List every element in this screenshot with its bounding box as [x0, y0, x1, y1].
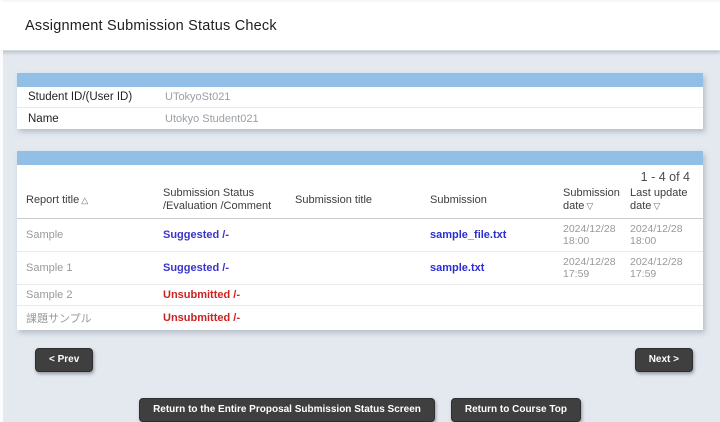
last-update-date-cell: 2024/12/28 17:59 — [630, 256, 697, 280]
prev-page-button[interactable]: < Prev — [35, 348, 93, 372]
report-title: Sample 1 — [26, 262, 163, 274]
pager-row: < Prev Next > — [35, 348, 693, 372]
submission-status-link[interactable]: Suggested /- — [163, 262, 295, 274]
assignment-results-panel: 1 - 4 of 4 Report title△ Submission Stat… — [17, 151, 703, 330]
panel-header-bar — [17, 151, 703, 165]
sort-asc-icon[interactable]: △ — [81, 195, 88, 205]
student-id-value: UTokyoSt021 — [165, 91, 230, 103]
column-header-report-title[interactable]: Report title△ — [26, 194, 163, 207]
column-header-submission-date[interactable]: Submission date▽ — [563, 187, 630, 213]
student-name-row: Name Utokyo Student021 — [17, 108, 703, 129]
student-info-panel: Student ID/(User ID) UTokyoSt021 Name Ut… — [17, 73, 703, 129]
student-id-row: Student ID/(User ID) UTokyoSt021 — [17, 87, 703, 108]
last-update-date-cell: 2024/12/28 18:00 — [630, 223, 697, 247]
next-page-button[interactable]: Next > — [635, 348, 693, 372]
column-header-last-update-date[interactable]: Last update date▽ — [630, 187, 697, 213]
submission-file-link[interactable]: sample_file.txt — [430, 229, 563, 241]
page-left-edge — [0, 0, 3, 422]
submission-date-cell: 2024/12/28 17:59 — [563, 256, 630, 280]
student-name-label: Name — [28, 113, 165, 125]
report-title: Sample 2 — [26, 289, 163, 301]
table-row: Sample 1 Suggested /- sample.txt 2024/12… — [17, 252, 703, 285]
submission-status-text: Unsubmitted /- — [163, 289, 295, 301]
report-title: Sample — [26, 229, 163, 241]
return-status-screen-button[interactable]: Return to the Entire Proposal Submission… — [139, 398, 435, 422]
panel-header-bar — [17, 73, 703, 87]
page-header: Assignment Submission Status Check — [0, 0, 720, 51]
pagination-info: 1 - 4 of 4 — [17, 165, 703, 184]
sort-desc-icon[interactable]: ▽ — [586, 201, 593, 211]
footer-buttons-row: Return to the Entire Proposal Submission… — [0, 398, 720, 422]
table-row: 課題サンプル Unsubmitted /- — [17, 306, 703, 330]
table-row: Sample 2 Unsubmitted /- — [17, 285, 703, 306]
column-header-submission: Submission — [430, 194, 563, 207]
results-table-header: Report title△ Submission Status /Evaluat… — [17, 184, 703, 219]
return-course-top-button[interactable]: Return to Course Top — [451, 398, 581, 422]
report-title: 課題サンプル — [26, 310, 163, 326]
column-header-submission-title: Submission title — [295, 194, 430, 207]
student-name-value: Utokyo Student021 — [165, 113, 259, 125]
table-row: Sample Suggested /- sample_file.txt 2024… — [17, 219, 703, 252]
submission-status-link[interactable]: Suggested /- — [163, 229, 295, 241]
student-id-label: Student ID/(User ID) — [28, 91, 165, 103]
submission-file-link[interactable]: sample.txt — [430, 262, 563, 274]
page-title: Assignment Submission Status Check — [25, 18, 277, 34]
submission-status-text: Unsubmitted /- — [163, 312, 295, 324]
sort-desc-icon[interactable]: ▽ — [653, 201, 660, 211]
column-header-status: Submission Status /Evaluation /Comment — [163, 187, 295, 213]
submission-date-cell: 2024/12/28 18:00 — [563, 223, 630, 247]
